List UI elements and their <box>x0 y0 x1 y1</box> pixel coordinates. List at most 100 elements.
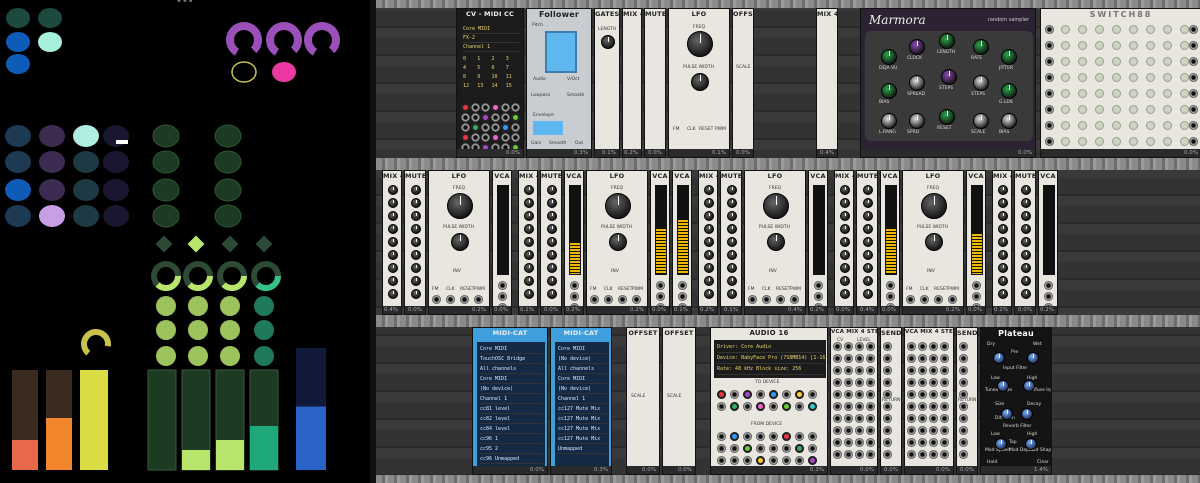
switch-button[interactable] <box>1061 105 1070 114</box>
switch-button[interactable] <box>1146 73 1155 82</box>
from-device-jack[interactable] <box>756 432 765 441</box>
mixer-jack[interactable] <box>907 438 916 447</box>
pad-button[interactable] <box>214 124 242 148</box>
to-device-jack[interactable] <box>743 402 752 411</box>
mixer-jack[interactable] <box>844 402 853 411</box>
mixer-jack[interactable] <box>833 450 842 459</box>
switch-button[interactable] <box>1180 137 1189 146</box>
mixer-jack[interactable] <box>883 378 892 387</box>
switch-button[interactable] <box>1112 73 1121 82</box>
switch-button[interactable] <box>1146 41 1155 50</box>
channel-knob[interactable] <box>547 211 557 221</box>
from-device-jack[interactable] <box>743 432 752 441</box>
mixer-jack[interactable] <box>907 426 916 435</box>
switch-button[interactable] <box>1129 105 1138 114</box>
to-device-jack[interactable] <box>782 390 791 399</box>
mixer-jack[interactable] <box>833 342 842 351</box>
channel-knob[interactable] <box>411 237 421 247</box>
cable-plug[interactable] <box>808 456 817 465</box>
module-vca[interactable]: VCA 0.0% <box>650 170 670 315</box>
cable-plug[interactable] <box>795 390 804 399</box>
from-device-jack[interactable] <box>769 444 778 453</box>
toggle-button[interactable] <box>231 61 257 83</box>
jack[interactable] <box>461 113 470 122</box>
mixer-jack[interactable] <box>844 414 853 423</box>
jack[interactable] <box>474 295 483 304</box>
cable-plug[interactable] <box>756 402 765 411</box>
module-vca[interactable]: VCA 0.0% <box>966 170 986 315</box>
freq-knob[interactable] <box>687 31 713 57</box>
switch-button[interactable] <box>1163 25 1172 34</box>
jack[interactable] <box>886 292 895 301</box>
switch-button[interactable] <box>1146 137 1155 146</box>
cable-plug[interactable] <box>461 133 470 142</box>
module-lfo[interactable]: LFO FREQ PULSE WIDTH FM CLK RESET PWM INV 0.2% <box>428 170 490 315</box>
switch-button[interactable] <box>1129 25 1138 34</box>
switch-button[interactable] <box>1112 41 1121 50</box>
switch-button[interactable] <box>1163 121 1172 130</box>
mixer-jack[interactable] <box>959 414 968 423</box>
switch-button[interactable] <box>1061 25 1070 34</box>
plateau-knob[interactable] <box>1025 438 1037 450</box>
mixer-jack[interactable] <box>866 342 875 351</box>
channel-knob[interactable] <box>727 276 737 286</box>
pad-button[interactable] <box>39 151 65 173</box>
freq-knob[interactable] <box>763 193 789 219</box>
diamond-button[interactable] <box>155 235 173 253</box>
midi-map-line[interactable]: TouchOSC Bridge <box>480 354 542 364</box>
mixer-jack[interactable] <box>929 366 938 375</box>
switch-button[interactable] <box>1078 57 1087 66</box>
pad-button[interactable] <box>38 8 62 28</box>
switch-button[interactable] <box>1061 41 1070 50</box>
cable-plug[interactable] <box>730 432 739 441</box>
from-device-jack[interactable] <box>769 432 778 441</box>
midi-cat-display[interactable]: Core MIDI TouchOSC Bridge All channels Core… <box>477 342 545 466</box>
cable-plug[interactable] <box>730 402 739 411</box>
jack[interactable] <box>460 295 469 304</box>
marmora-knob[interactable] <box>909 39 925 55</box>
channel-knob[interactable] <box>704 263 714 273</box>
module-mute[interactable]: MUTE 0.0% <box>1014 170 1036 315</box>
pad-button[interactable] <box>156 346 176 366</box>
mixer-jack[interactable] <box>866 450 875 459</box>
freq-knob[interactable] <box>921 193 947 219</box>
module-mute[interactable]: MUTE 0.0% <box>404 170 426 315</box>
channel-knob[interactable] <box>1021 198 1031 208</box>
marmora-knob[interactable] <box>973 113 989 129</box>
mixer-jack[interactable] <box>866 426 875 435</box>
switch-button[interactable] <box>1129 137 1138 146</box>
toggle-button[interactable] <box>272 62 296 82</box>
module-mix-4[interactable]: MIX 4 0.1% <box>518 170 538 315</box>
module-mute-a[interactable]: MUTE 0.0% <box>644 8 666 158</box>
pad-button[interactable] <box>214 178 242 202</box>
channel-knob[interactable] <box>1021 185 1031 195</box>
audio-setting-line[interactable]: Rate: 48 kHz Block size: 256 <box>717 364 823 375</box>
channel-knob[interactable] <box>704 289 714 299</box>
module-vca[interactable]: VCA 0.2% <box>808 170 828 315</box>
mixer-jack[interactable] <box>883 402 892 411</box>
jack[interactable] <box>511 103 520 112</box>
midi-map-line[interactable]: cc96 Unmapped <box>480 454 542 464</box>
marmora-knob[interactable] <box>939 109 955 125</box>
rotary-knob[interactable] <box>79 327 113 361</box>
cable-plug[interactable] <box>795 444 804 453</box>
switch-button[interactable] <box>1180 57 1189 66</box>
pad-button[interactable] <box>73 125 99 147</box>
channel-knob[interactable] <box>388 289 398 299</box>
switch-button[interactable] <box>1129 41 1138 50</box>
plateau-knob[interactable] <box>1021 408 1033 420</box>
switch-button[interactable] <box>1163 105 1172 114</box>
channel-knob[interactable] <box>840 276 850 286</box>
jack[interactable] <box>814 292 823 301</box>
cable-plug[interactable] <box>769 390 778 399</box>
channel-knob[interactable] <box>1021 237 1031 247</box>
mixer-jack[interactable] <box>866 414 875 423</box>
pulse-width-knob[interactable] <box>609 233 627 251</box>
switch-button[interactable] <box>1112 137 1121 146</box>
jack[interactable] <box>886 281 895 290</box>
mixer-jack[interactable] <box>866 378 875 387</box>
output-jack[interactable] <box>1189 41 1198 50</box>
output-jack[interactable] <box>1189 89 1198 98</box>
mixer-jack[interactable] <box>929 390 938 399</box>
pad-button[interactable] <box>73 179 99 201</box>
